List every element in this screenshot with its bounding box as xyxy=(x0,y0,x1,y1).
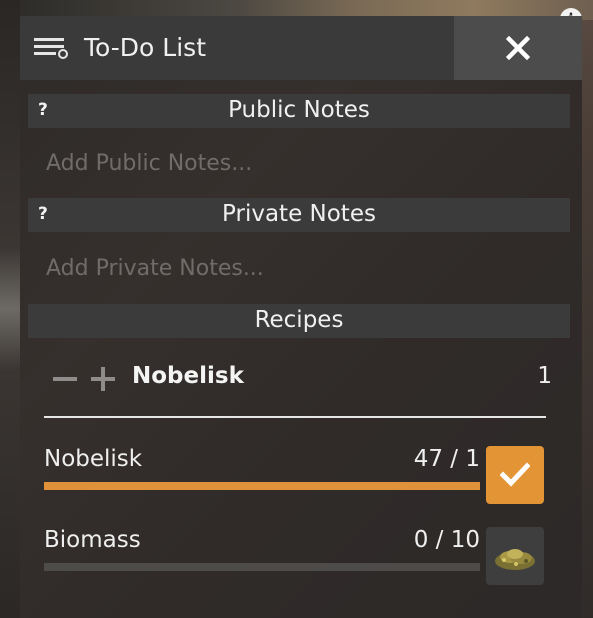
minus-icon[interactable] xyxy=(52,366,78,392)
item-row-biomass: Biomass 0 / 10 xyxy=(44,527,480,577)
private-notes-header: ? Private Notes xyxy=(28,198,570,232)
close-icon xyxy=(506,36,530,60)
background-left xyxy=(0,0,20,618)
list-menu-icon xyxy=(34,38,68,59)
progress-fill xyxy=(44,482,480,490)
complete-checkbox[interactable] xyxy=(486,446,544,504)
item-row-nobelisk: Nobelisk 47 / 1 xyxy=(44,446,480,496)
biomass-item-slot[interactable] xyxy=(486,527,544,585)
private-notes-input[interactable] xyxy=(46,250,546,286)
biomass-icon xyxy=(495,549,535,570)
item-quantity: 0 / 10 xyxy=(413,527,480,553)
recipe-name: Nobelisk xyxy=(132,363,244,389)
close-button[interactable] xyxy=(454,16,582,80)
progress-track xyxy=(44,563,480,571)
recipes-header: Recipes xyxy=(28,304,570,338)
public-notes-header: ? Public Notes xyxy=(28,94,570,128)
recipe-count: 1 xyxy=(537,363,552,389)
progress-track xyxy=(44,482,480,490)
public-notes-title: Public Notes xyxy=(228,97,370,123)
todo-list-panel: To-Do List ? Public Notes ? Private Note… xyxy=(20,16,582,618)
public-notes-input[interactable] xyxy=(46,145,546,181)
panel-header: To-Do List xyxy=(20,16,582,80)
plus-icon[interactable] xyxy=(90,366,116,392)
recipe-row: Nobelisk 1 xyxy=(44,362,552,398)
item-quantity: 47 / 1 xyxy=(413,446,480,472)
recipes-title: Recipes xyxy=(254,307,344,333)
item-name: Nobelisk xyxy=(44,446,143,472)
private-notes-title: Private Notes xyxy=(222,201,376,227)
checkmark-icon xyxy=(500,462,530,487)
panel-title: To-Do List xyxy=(84,33,206,62)
divider xyxy=(44,416,546,418)
item-name: Biomass xyxy=(44,527,141,553)
